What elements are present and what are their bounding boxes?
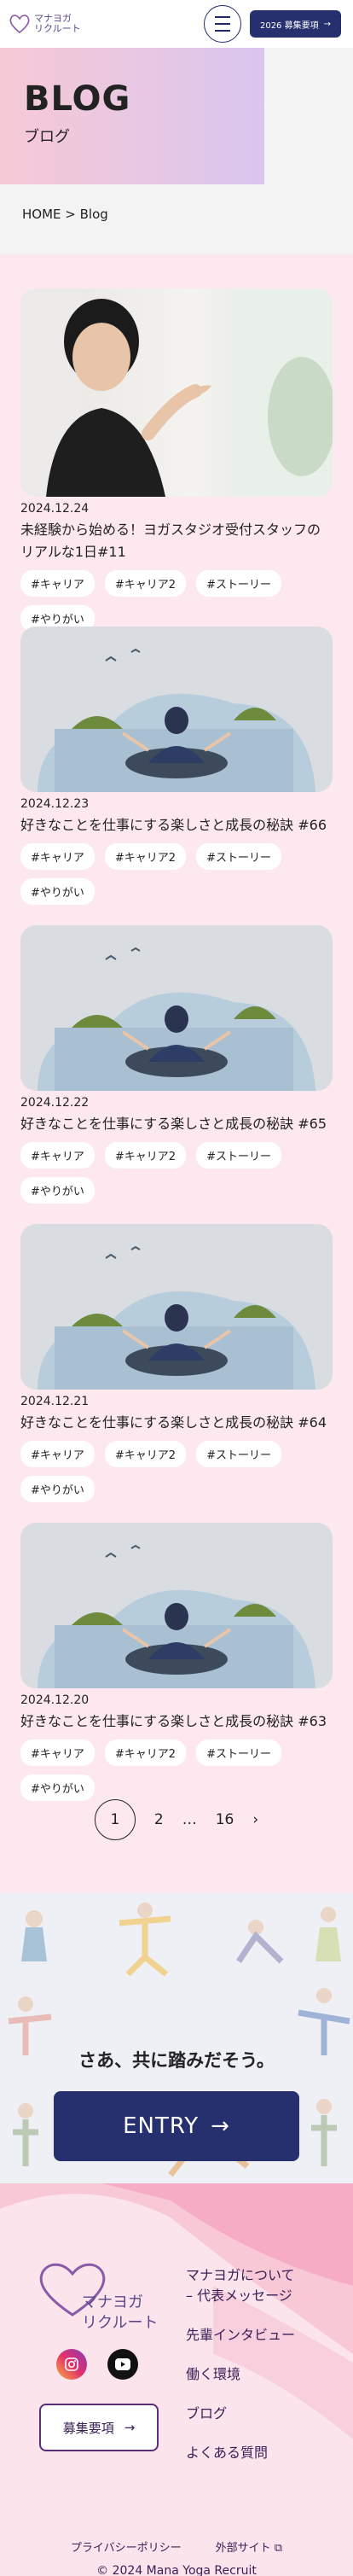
tag-career2[interactable]: #キャリア2 [104, 843, 187, 870]
hamburger-menu-button[interactable] [203, 5, 241, 43]
footer-recruit-button[interactable]: 募集要項 → [39, 2404, 159, 2451]
tag-career[interactable]: #キャリア [20, 1441, 95, 1467]
meditation-illustration [38, 648, 315, 792]
tag-yarigai[interactable]: #やりがい [20, 1775, 95, 1801]
tag-career2[interactable]: #キャリア2 [104, 1441, 187, 1467]
footer-logo[interactable]: マナヨガ リクルート [34, 2260, 158, 2332]
post-title[interactable]: 好きなことを仕事にする楽しさと成長の秘訣 #63 [20, 1711, 333, 1733]
tag-career[interactable]: #キャリア [20, 843, 95, 870]
blog-list: 2024.12.24 未経験から始める！ヨガスタジオ受付スタッフのリアルな1日#… [0, 254, 353, 1840]
blog-thumbnail-illustration[interactable] [20, 1523, 333, 1688]
tag-yarigai[interactable]: #やりがい [20, 878, 95, 905]
tag-story[interactable]: #ストーリー [196, 1740, 281, 1766]
cta-heading: さあ、共に踏みだそう。 [78, 2050, 275, 2071]
heart-logo-icon [9, 15, 30, 34]
blog-card[interactable]: 2024.12.20 好きなことを仕事にする楽しさと成長の秘訣 #63 #キャリ… [20, 1523, 333, 1801]
site-logo[interactable]: マナヨガ リクルート [9, 13, 81, 35]
blog-thumbnail-illustration[interactable] [20, 627, 333, 792]
footer-bottom-links: プライバシーポリシー 外部サイト ⧉ [0, 2538, 353, 2555]
footer-link-faq[interactable]: よくある質問 [186, 2443, 295, 2463]
hamburger-icon [214, 14, 230, 34]
post-tags: #キャリア #キャリア2 #ストーリー #やりがい [20, 843, 310, 905]
tag-career[interactable]: #キャリア [20, 570, 95, 597]
post-title[interactable]: 好きなことを仕事にする楽しさと成長の秘訣 #65 [20, 1113, 333, 1135]
social-links [56, 2349, 138, 2380]
blog-thumbnail-photo[interactable] [20, 288, 333, 497]
blog-thumbnail-illustration[interactable] [20, 1224, 333, 1390]
page-1-current[interactable]: 1 [94, 1799, 136, 1840]
footer-logo-text: マナヨガ リクルート [82, 2293, 159, 2332]
external-link-icon: ⧉ [274, 2542, 283, 2555]
tag-career[interactable]: #キャリア [20, 1142, 95, 1169]
tag-story[interactable]: #ストーリー [196, 1441, 281, 1467]
blog-card[interactable]: 2024.12.24 未経験から始める！ヨガスタジオ受付スタッフのリアルな1日#… [20, 288, 333, 632]
page-subtitle: ブログ [24, 128, 70, 146]
page-16-link[interactable]: 16 [216, 1811, 234, 1828]
tag-career2[interactable]: #キャリア2 [104, 1142, 187, 1169]
recruit-info-button[interactable]: 2026 募集要項 → [249, 10, 341, 38]
post-title[interactable]: 好きなことを仕事にする楽しさと成長の秘訣 #66 [20, 814, 333, 836]
post-tags: #キャリア #キャリア2 #ストーリー #やりがい [20, 570, 310, 632]
meditation-illustration [38, 1245, 315, 1390]
page-2-link[interactable]: 2 [154, 1811, 164, 1828]
footer-link-about[interactable]: マナヨガについて [186, 2265, 295, 2286]
privacy-policy-link[interactable]: プライバシーポリシー [71, 2538, 182, 2555]
external-site-link[interactable]: 外部サイト ⧉ [216, 2538, 282, 2555]
footer-nav: マナヨガについて – 代表メッセージ 先輩インタビュー 働く環境 ブログ よくあ… [186, 2265, 295, 2482]
instagram-icon[interactable] [56, 2349, 87, 2380]
arrow-right-icon: → [124, 2420, 136, 2435]
page-title: BLOG [24, 79, 131, 119]
next-page-icon[interactable]: › [252, 1811, 258, 1828]
site-footer: マナヨガ リクルート 募集要項 → マナヨガについて – 代表メッセージ 先輩イ… [0, 2183, 353, 2576]
entry-cta-section: さあ、共に踏みだそう。 ENTRY → [0, 1893, 353, 2183]
footer-link-environment[interactable]: 働く環境 [186, 2364, 295, 2385]
arrow-right-icon: → [323, 19, 331, 29]
site-header: マナヨガ リクルート 2026 募集要項 → [0, 0, 353, 48]
logo-text: マナヨガ リクルート [34, 13, 81, 34]
post-tags: #キャリア #キャリア2 #ストーリー #やりがい [20, 1740, 310, 1801]
tag-story[interactable]: #ストーリー [196, 843, 281, 870]
tag-yarigai[interactable]: #やりがい [20, 1177, 95, 1203]
footer-decoration [0, 2183, 353, 2439]
meditation-illustration [38, 947, 315, 1091]
post-date: 2024.12.23 [20, 797, 90, 811]
post-title[interactable]: 未経験から始める！ヨガスタジオ受付スタッフのリアルな1日#11 [20, 519, 333, 563]
post-date: 2024.12.21 [20, 1395, 90, 1408]
entry-button[interactable]: ENTRY → [54, 2091, 299, 2161]
tag-yarigai[interactable]: #やりがい [20, 1476, 95, 1502]
tag-career[interactable]: #キャリア [20, 1740, 95, 1766]
blog-card[interactable]: 2024.12.23 好きなことを仕事にする楽しさと成長の秘訣 #66 #キャリ… [20, 627, 333, 925]
tag-story[interactable]: #ストーリー [196, 1142, 281, 1169]
tag-story[interactable]: #ストーリー [196, 570, 281, 597]
footer-link-message[interactable]: – 代表メッセージ [186, 2286, 295, 2306]
post-date: 2024.12.22 [20, 1096, 90, 1110]
footer-link-interview[interactable]: 先輩インタビュー [186, 2325, 295, 2346]
blog-card[interactable]: 2024.12.22 好きなことを仕事にする楽しさと成長の秘訣 #65 #キャリ… [20, 925, 333, 1224]
post-tags: #キャリア #キャリア2 #ストーリー #やりがい [20, 1441, 310, 1502]
meditation-illustration [38, 1544, 315, 1688]
tag-career2[interactable]: #キャリア2 [104, 1740, 187, 1766]
post-title[interactable]: 好きなことを仕事にする楽しさと成長の秘訣 #64 [20, 1412, 333, 1434]
footer-link-blog[interactable]: ブログ [186, 2404, 295, 2424]
tag-career2[interactable]: #キャリア2 [104, 570, 187, 597]
hero-section: BLOG ブログ [0, 48, 353, 184]
arrow-right-icon: → [211, 2113, 230, 2139]
post-date: 2024.12.20 [20, 1693, 90, 1707]
post-date: 2024.12.24 [20, 502, 90, 516]
woman-photo-illustration [20, 288, 333, 497]
post-tags: #キャリア #キャリア2 #ストーリー #やりがい [20, 1142, 310, 1203]
pagination-ellipsis: … [182, 1811, 197, 1828]
blog-thumbnail-illustration[interactable] [20, 925, 333, 1091]
breadcrumb[interactable]: HOME > Blog [0, 184, 353, 254]
pagination: 1 2 … 16 › [20, 1799, 333, 1840]
blog-card[interactable]: 2024.12.21 好きなことを仕事にする楽しさと成長の秘訣 #64 #キャリ… [20, 1224, 333, 1523]
page: マナヨガ リクルート 2026 募集要項 → BLOG ブログ HOME > B… [0, 0, 353, 2576]
copyright: © 2024 Mana Yoga Recruit [96, 2564, 257, 2576]
youtube-icon[interactable] [107, 2349, 138, 2380]
hero-banner: BLOG ブログ [0, 48, 264, 184]
